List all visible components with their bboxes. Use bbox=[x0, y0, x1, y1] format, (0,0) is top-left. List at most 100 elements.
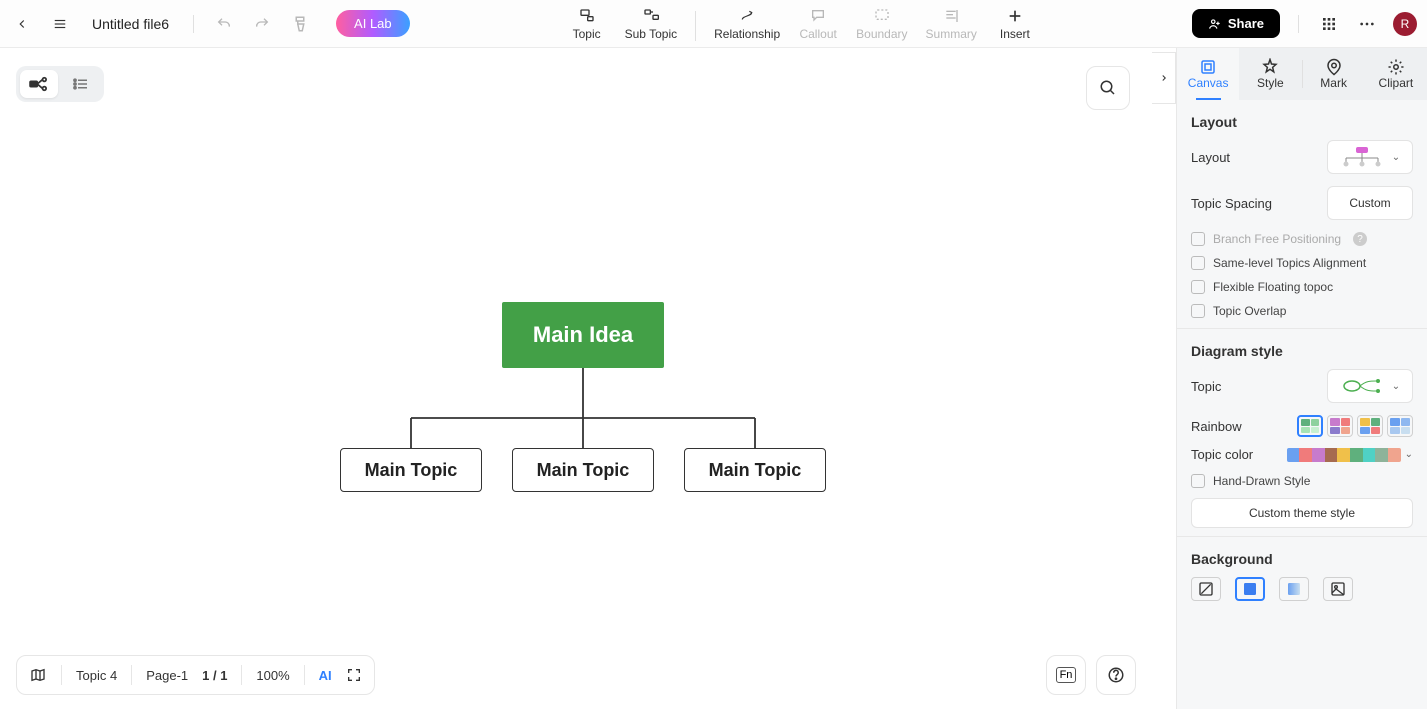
fullscreen-button[interactable] bbox=[346, 667, 362, 683]
tab-clipart[interactable]: Clipart bbox=[1365, 48, 1427, 100]
tool-summary: Summary bbox=[926, 7, 977, 41]
same-level-label: Same-level Topics Alignment bbox=[1213, 256, 1366, 270]
branch-free-label: Branch Free Positioning bbox=[1213, 232, 1341, 246]
image-icon bbox=[1329, 581, 1347, 597]
mindmap-edges bbox=[0, 48, 1176, 708]
format-painter-button[interactable] bbox=[288, 12, 312, 36]
topic-spacing-label: Topic Spacing bbox=[1191, 196, 1272, 211]
ai-lab-button[interactable]: AI Lab bbox=[336, 10, 410, 37]
redo-button[interactable] bbox=[250, 12, 274, 36]
tab-style[interactable]: Style bbox=[1239, 48, 1301, 100]
check-hand-drawn[interactable]: Hand-Drawn Style bbox=[1191, 474, 1413, 488]
tool-topic[interactable]: Topic bbox=[567, 7, 607, 41]
gradient-icon bbox=[1285, 581, 1303, 597]
side-panel: Canvas Style Mark Clipart Layout Layout bbox=[1176, 48, 1427, 709]
file-title[interactable]: Untitled file6 bbox=[92, 16, 169, 32]
section-diagram-title: Diagram style bbox=[1191, 343, 1413, 359]
divider bbox=[131, 665, 132, 685]
footer-right: Fn bbox=[1046, 655, 1136, 695]
status-bar: Topic 4 Page-1 1 / 1 100% AI bbox=[16, 655, 375, 695]
tool-boundary: Boundary bbox=[856, 7, 907, 41]
bg-gradient[interactable] bbox=[1279, 577, 1309, 601]
bg-solid[interactable] bbox=[1235, 577, 1265, 601]
page-number: 1 / 1 bbox=[202, 668, 227, 683]
check-flex-float[interactable]: Flexible Floating topoc bbox=[1191, 280, 1413, 294]
hand-drawn-label: Hand-Drawn Style bbox=[1213, 474, 1310, 488]
node-child-2[interactable]: Main Topic bbox=[512, 448, 654, 492]
page-label[interactable]: Page-1 bbox=[146, 668, 188, 683]
topic-style-label: Topic bbox=[1191, 379, 1221, 394]
check-topic-overlap[interactable]: Topic Overlap bbox=[1191, 304, 1413, 318]
tool-insert-label: Insert bbox=[1000, 27, 1030, 41]
none-icon bbox=[1197, 581, 1215, 597]
rainbow-swatch-1[interactable] bbox=[1327, 415, 1353, 437]
tool-subtopic[interactable]: Sub Topic bbox=[625, 7, 677, 41]
divider bbox=[193, 15, 194, 33]
help-button[interactable] bbox=[1096, 655, 1136, 695]
style-icon bbox=[1261, 58, 1279, 76]
tab-canvas-label: Canvas bbox=[1188, 76, 1229, 90]
chevron-down-icon[interactable]: ⌄ bbox=[1405, 449, 1413, 460]
divider bbox=[1177, 328, 1427, 329]
node-child-1[interactable]: Main Topic bbox=[340, 448, 482, 492]
topic-spacing-select[interactable]: Custom bbox=[1327, 186, 1413, 220]
tool-callout: Callout bbox=[798, 7, 838, 41]
view-mindmap[interactable] bbox=[20, 70, 58, 98]
check-same-level[interactable]: Same-level Topics Alignment bbox=[1191, 256, 1413, 270]
checkbox-icon bbox=[1191, 256, 1205, 270]
map-overview-button[interactable] bbox=[29, 667, 47, 683]
custom-theme-button[interactable]: Custom theme style bbox=[1191, 498, 1413, 528]
node-root[interactable]: Main Idea bbox=[502, 302, 664, 368]
layout-thumb-icon bbox=[1340, 146, 1384, 168]
section-background-title: Background bbox=[1191, 551, 1413, 567]
undo-button[interactable] bbox=[212, 12, 236, 36]
canvas[interactable]: Main Idea Main Topic Main Topic Main Top… bbox=[0, 48, 1152, 709]
boundary-icon bbox=[872, 7, 892, 25]
tab-mark-label: Mark bbox=[1320, 76, 1347, 90]
divider bbox=[304, 665, 305, 685]
node-child-3[interactable]: Main Topic bbox=[684, 448, 826, 492]
chevron-down-icon: ⌄ bbox=[1392, 152, 1400, 163]
menu-button[interactable] bbox=[48, 12, 72, 36]
tool-relationship[interactable]: Relationship bbox=[714, 7, 780, 41]
summary-icon bbox=[941, 7, 961, 25]
tool-relationship-label: Relationship bbox=[714, 27, 780, 41]
more-button[interactable] bbox=[1355, 12, 1379, 36]
bg-none[interactable] bbox=[1191, 577, 1221, 601]
checkbox-icon bbox=[1191, 474, 1205, 488]
view-outline[interactable] bbox=[62, 70, 100, 98]
zoom-level[interactable]: 100% bbox=[256, 668, 289, 683]
rainbow-label: Rainbow bbox=[1191, 419, 1242, 434]
collapse-panel-button[interactable] bbox=[1152, 52, 1176, 104]
solid-icon bbox=[1241, 581, 1259, 597]
search-icon bbox=[1099, 79, 1117, 97]
rainbow-swatch-0[interactable] bbox=[1297, 415, 1323, 437]
rainbow-swatch-3[interactable] bbox=[1387, 415, 1413, 437]
mark-icon bbox=[1325, 58, 1343, 76]
checkbox-icon bbox=[1191, 280, 1205, 294]
share-button[interactable]: Share bbox=[1192, 9, 1280, 38]
avatar[interactable]: R bbox=[1393, 12, 1417, 36]
tab-mark[interactable]: Mark bbox=[1303, 48, 1365, 100]
help-icon[interactable]: ? bbox=[1353, 232, 1367, 246]
apps-button[interactable] bbox=[1317, 12, 1341, 36]
chevron-right-icon bbox=[1159, 72, 1169, 84]
topic-style-select[interactable]: ⌄ bbox=[1327, 369, 1413, 403]
back-button[interactable] bbox=[10, 12, 34, 36]
search-button[interactable] bbox=[1086, 66, 1130, 110]
fn-button[interactable]: Fn bbox=[1046, 655, 1086, 695]
bg-image[interactable] bbox=[1323, 577, 1353, 601]
topic-icon bbox=[577, 7, 597, 25]
tool-insert[interactable]: Insert bbox=[995, 7, 1035, 41]
topic-color-strip[interactable] bbox=[1287, 448, 1401, 462]
custom-theme-label: Custom theme style bbox=[1249, 506, 1355, 520]
share-icon bbox=[1208, 17, 1222, 31]
rainbow-swatch-2[interactable] bbox=[1357, 415, 1383, 437]
topic-thumb-icon bbox=[1340, 375, 1384, 397]
chevron-down-icon: ⌄ bbox=[1392, 381, 1400, 392]
ai-button[interactable]: AI bbox=[319, 668, 332, 683]
insert-icon bbox=[1005, 7, 1025, 25]
tab-canvas[interactable]: Canvas bbox=[1177, 48, 1239, 100]
layout-select[interactable]: ⌄ bbox=[1327, 140, 1413, 174]
tool-subtopic-label: Sub Topic bbox=[625, 27, 677, 41]
